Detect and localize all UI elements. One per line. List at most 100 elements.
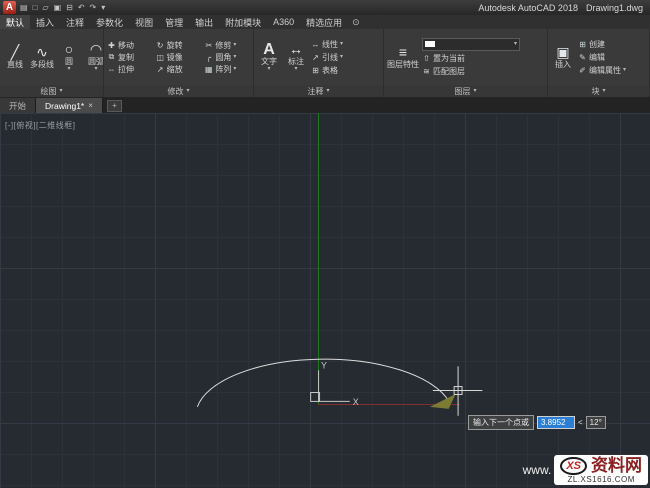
infocenter-icon[interactable]: ⊙ (348, 15, 364, 29)
panel-layers-footer[interactable]: 图层 ▾ (384, 85, 547, 97)
tool-leader[interactable]: ↗ 引线 ▾ (311, 52, 343, 63)
tool-text[interactable]: A 文字 ▾ (257, 31, 281, 83)
panel-draw: ╱ 直线 ∿ 多段线 ○ 圆 ▾ ◠ 圆弧 ▾ 绘图 ▾ (0, 29, 104, 97)
layer-select[interactable]: ▾ (422, 37, 520, 51)
angle-prefix: < (578, 418, 583, 427)
panel-layers-label: 图层 (454, 86, 471, 96)
chevron-down-icon: ▾ (94, 66, 98, 72)
tab-insert[interactable]: 插入 (30, 15, 60, 29)
tool-trim[interactable]: ✂ 修剪 ▾ (204, 40, 250, 51)
title-bar: A ▤ □ ▱ ▣ ⊟ ↶ ↷ ▾ Autodesk AutoCAD 2018 … (0, 0, 650, 15)
text-icon: A (263, 41, 275, 58)
tool-copy-label: 复制 (118, 52, 134, 62)
tool-insert-block[interactable]: ▣ 插入 (551, 31, 575, 83)
rotate-icon: ↻ (156, 40, 164, 50)
tab-output[interactable]: 输出 (189, 15, 219, 29)
chevron-down-icon: ▾ (513, 41, 517, 47)
ribbon-tab-bar: 默认 插入 注释 参数化 视图 管理 输出 附加模块 A360 精选应用 ⊙ (0, 15, 650, 29)
tool-table[interactable]: ⊞ 表格 (311, 65, 343, 76)
close-icon[interactable]: × (88, 101, 93, 110)
panel-modify-footer[interactable]: 修改 ▾ (104, 85, 253, 97)
file-tab-drawing1[interactable]: Drawing1* × (36, 98, 103, 113)
tool-circle[interactable]: ○ 圆 ▾ (57, 31, 81, 83)
chevron-down-icon: ▾ (233, 54, 237, 60)
chevron-down-icon: ▾ (233, 42, 237, 48)
mirror-icon: ◫ (156, 52, 164, 62)
tool-polyline[interactable]: ∿ 多段线 (30, 31, 54, 83)
dynamic-input-distance-field[interactable]: 3.8952 (537, 416, 575, 429)
ucs-y-label: Y (321, 360, 327, 370)
drawing-canvas[interactable]: [-][俯视][二维线框] Y X 输入下一个点或 3.8952 < 12° w… (0, 113, 650, 488)
panel-annotate-footer[interactable]: 注释 ▾ (254, 85, 383, 97)
watermark-www: www. (522, 463, 552, 477)
tab-a360[interactable]: A360 (267, 15, 300, 29)
new-tab-button[interactable]: + (106, 99, 122, 112)
tool-scale[interactable]: ↗ 缩放 (156, 64, 202, 75)
undo-icon[interactable]: ↶ (77, 1, 86, 14)
tool-edit-block[interactable]: ✎ 编辑 (578, 52, 626, 63)
print-icon[interactable]: ⊟ (65, 1, 74, 14)
qat-dropdown-icon[interactable]: ▾ (100, 1, 106, 14)
scale-icon: ↗ (156, 64, 164, 74)
tool-create-block[interactable]: ⊞ 创建 (578, 39, 626, 50)
tool-arc[interactable]: ◠ 圆弧 ▾ (84, 31, 103, 83)
redo-icon[interactable]: ↷ (89, 1, 98, 14)
open-file-icon[interactable]: ▱ (41, 1, 49, 14)
app-title: Autodesk AutoCAD 2018 (478, 2, 578, 13)
ucs-icon (310, 370, 350, 402)
tool-set-current-label: 置为当前 (433, 53, 465, 63)
tool-move[interactable]: ✚ 移动 (107, 40, 153, 51)
tool-copy[interactable]: ⧉ 复制 (107, 52, 153, 63)
tool-rotate[interactable]: ↻ 旋转 (156, 40, 202, 51)
tab-addins[interactable]: 附加模块 (219, 15, 267, 29)
tool-match-layer-label: 匹配图层 (433, 66, 465, 76)
tab-featured-apps[interactable]: 精选应用 (300, 15, 348, 29)
fillet-icon: ╭ (206, 52, 212, 62)
tab-parametric[interactable]: 参数化 (90, 15, 129, 29)
tool-stretch[interactable]: ⇔ 拉伸 (107, 64, 153, 75)
tool-leader-label: 引线 (322, 52, 338, 62)
tool-layer-properties[interactable]: ≡ 图层特性 (387, 31, 419, 83)
dynamic-input: 输入下一个点或 3.8952 < 12° (468, 415, 606, 430)
panel-block: ▣ 插入 ⊞ 创建 ✎ 编辑 ✐ 编辑属性 ▾ 块 ▾ (548, 29, 650, 97)
panel-annotate-label: 注释 (307, 86, 324, 96)
arc-icon: ◠ (89, 41, 103, 57)
arc-entity (196, 358, 450, 408)
tool-fillet[interactable]: ╭ 圆角 ▾ (204, 52, 250, 63)
tool-polyline-label: 多段线 (30, 60, 54, 69)
viewport-controls[interactable]: [-][俯视][二维线框] (5, 120, 76, 131)
chevron-down-icon: ▾ (340, 54, 344, 60)
tab-view[interactable]: 视图 (129, 15, 159, 29)
table-icon: ⊞ (312, 65, 319, 75)
watermark-box: XS 资料网 ZL.XS1616.COM (554, 455, 648, 485)
tool-circle-label: 圆 (65, 57, 73, 66)
save-icon[interactable]: ▣ (53, 1, 63, 14)
layer-color-swatch (425, 41, 435, 47)
workspace-icon[interactable]: ▤ (19, 1, 29, 14)
tool-match-layer[interactable]: ≋ 匹配图层 (422, 66, 520, 77)
tab-manage[interactable]: 管理 (159, 15, 189, 29)
panel-block-label: 块 (591, 86, 600, 96)
file-tab-start[interactable]: 开始 (0, 98, 37, 113)
new-file-icon[interactable]: □ (32, 1, 39, 14)
tool-dimension[interactable]: ↔ 标注 ▾ (284, 31, 308, 83)
tool-linear[interactable]: ↔ 线性 ▾ (311, 39, 344, 50)
ucs-x-label: X (353, 397, 359, 407)
panel-draw-footer[interactable]: 绘图 ▾ (0, 85, 103, 97)
chevron-down-icon: ▾ (59, 88, 63, 94)
tab-annotate[interactable]: 注释 (60, 15, 90, 29)
tool-line[interactable]: ╱ 直线 (3, 31, 27, 83)
chevron-down-icon: ▾ (67, 66, 71, 72)
dynamic-input-angle-field[interactable]: 12° (585, 416, 606, 429)
tool-set-current[interactable]: ⇧ 置为当前 (422, 53, 520, 64)
stretch-icon: ⇔ (107, 64, 116, 74)
tool-edit-attributes[interactable]: ✐ 编辑属性 ▾ (578, 65, 626, 76)
tool-mirror[interactable]: ◫ 镜像 (156, 52, 202, 63)
panel-block-footer[interactable]: 块 ▾ (548, 85, 649, 97)
insert-block-icon: ▣ (556, 44, 570, 60)
tool-fillet-label: 圆角 (215, 52, 232, 62)
app-logo-icon[interactable]: A (3, 1, 16, 14)
tab-default[interactable]: 默认 (0, 15, 31, 29)
watermark-name: 资料网 (591, 456, 642, 475)
tool-array[interactable]: ▦ 阵列 ▾ (204, 64, 250, 75)
